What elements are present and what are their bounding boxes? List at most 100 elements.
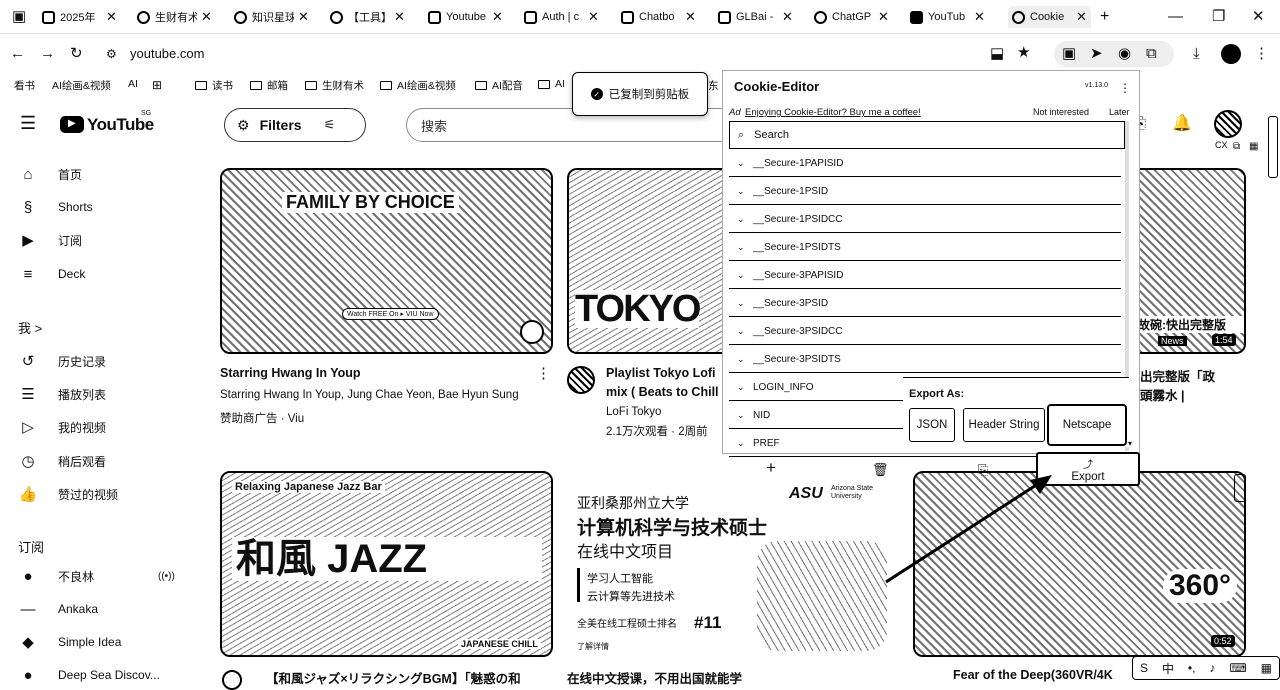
close-icon[interactable]: ✕ <box>878 9 889 25</box>
cookie-row[interactable]: ⌄ __Secure-3PSIDCC <box>729 319 1121 345</box>
cookie-search-input[interactable]: ⌕ Search <box>729 121 1125 149</box>
profile-avatar[interactable] <box>1221 44 1241 64</box>
sidebar-channel[interactable]: ● Deep Sea Discov... <box>18 664 159 686</box>
tab-10[interactable]: YouTub ✕ <box>910 6 985 28</box>
sidebar-item-deck[interactable]: ≡ Deck <box>18 263 86 285</box>
tab-6[interactable]: Auth | c ✕ <box>524 6 599 28</box>
back-icon[interactable]: ← <box>10 46 25 62</box>
forward-icon[interactable]: → <box>40 46 55 62</box>
export-json-button[interactable]: JSON <box>909 408 955 442</box>
thumb-scroll-control[interactable] <box>1234 474 1246 502</box>
sidebar-item-watch-later[interactable]: ◷ 稍后观看 <box>18 450 106 472</box>
tab-5[interactable]: Youtube ✕ <box>428 6 503 28</box>
bookmark-folder[interactable]: 邮箱 <box>250 78 288 93</box>
close-icon[interactable]: ✕ <box>201 9 212 25</box>
extension-icon[interactable]: ▣ <box>1062 46 1076 62</box>
export-header-string-button[interactable]: Header String <box>963 408 1045 442</box>
close-icon[interactable]: ✕ <box>685 9 696 25</box>
buy-coffee-link[interactable]: Enjoying Cookie-Editor? Buy me a coffee! <box>745 107 921 118</box>
video-thumbnail[interactable]: 故碗:快出完整版 News 1:54 <box>1140 168 1246 354</box>
cookie-row[interactable]: ⌄ __Secure-1PAPISID <box>729 151 1121 177</box>
video-thumbnail[interactable]: TOKYO <box>567 168 727 354</box>
cookie-row[interactable]: ⌄ __Secure-1PSIDTS <box>729 235 1121 261</box>
not-interested-link[interactable]: Not interested <box>1033 107 1089 117</box>
channel-avatar[interactable] <box>567 366 595 394</box>
install-icon[interactable]: ⬓ <box>990 46 1004 62</box>
video-title[interactable]: Starring Hwang In Youp <box>220 366 540 380</box>
export-netscape-button[interactable]: Netscape <box>1047 404 1127 446</box>
bell-icon[interactable]: 🔔 <box>1172 116 1192 132</box>
video-title[interactable]: 【和風ジャズ×リラクシングBGM】「魅惑の和 <box>266 668 541 687</box>
add-to-queue-icon[interactable] <box>520 320 544 344</box>
cookie-row[interactable]: ⌄ __Secure-1PSID <box>729 179 1121 205</box>
menu-icon[interactable]: ⋮ <box>1254 46 1269 62</box>
side-scroll-controls[interactable] <box>1268 116 1278 178</box>
tab-4[interactable]: 【工具】 ✕ <box>330 6 405 28</box>
bookmark-item[interactable]: AI <box>128 78 138 90</box>
ad-learn-more[interactable]: 了解详情 <box>577 641 609 652</box>
tab-2[interactable]: 生财有术 ✕ <box>137 6 212 28</box>
add-cookie-icon[interactable]: + <box>766 459 776 476</box>
close-icon[interactable]: ✕ <box>394 9 405 25</box>
scroll-down-icon[interactable]: ▾ <box>1128 439 1132 448</box>
bookmark-folder[interactable]: 读书 <box>195 78 233 93</box>
star-icon[interactable]: ★ <box>1017 45 1030 61</box>
video-title-line2[interactable]: 頭霧水 | <box>1140 385 1240 404</box>
bookmark-item[interactable]: AI绘画&视频 <box>52 78 111 93</box>
video-thumbnail[interactable]: Relaxing Japanese Jazz Bar 和風 JAZZ JAPAN… <box>220 471 553 657</box>
bookmark-folder[interactable]: 生财有术 <box>305 78 364 93</box>
close-icon[interactable]: ✕ <box>492 9 503 25</box>
puzzle-icon[interactable]: ⧉ <box>1146 46 1157 62</box>
hamburger-menu-icon[interactable]: ☰ <box>20 114 36 132</box>
sidebar-item-playlists[interactable]: ☰ 播放列表 <box>18 383 106 405</box>
sidebar-channel[interactable]: ◆ Simple Idea <box>18 631 121 653</box>
bookmark-folder[interactable]: AI <box>538 78 565 90</box>
close-icon[interactable]: ✕ <box>298 9 309 25</box>
tab-8[interactable]: GLBai - ✕ <box>718 6 793 28</box>
close-icon[interactable]: ✕ <box>974 9 985 25</box>
tab-search-icon[interactable]: ▣ <box>12 9 26 25</box>
cookie-row[interactable]: ⌄ __Secure-3PAPISID <box>729 263 1121 289</box>
video-title[interactable]: Playlist Tokyo Lofi <box>606 366 724 380</box>
ime-toolbar[interactable]: S 中 •, ♪ ⌨ ▦ <box>1132 656 1280 680</box>
cookie-icon[interactable]: ◉ <box>1118 46 1131 62</box>
ad-title[interactable]: 在线中文授课，不用出国就能学 <box>567 668 887 687</box>
download-icon[interactable]: ⤓ <box>1193 46 1200 62</box>
close-icon[interactable]: ✕ <box>782 9 793 25</box>
account-avatar[interactable] <box>1214 110 1242 138</box>
sidebar-channel[interactable]: ● 不良林 <box>18 565 94 587</box>
tab-9[interactable]: ChatGP ✕ <box>814 6 889 28</box>
tab-1[interactable]: 2025年 ✕ <box>42 6 117 28</box>
sidebar-channel[interactable]: — Ankaka <box>18 598 99 620</box>
tab-3[interactable]: 知识星球 ✕ <box>234 6 309 28</box>
cookie-row[interactable]: ⌄ __Secure-1PSIDCC <box>729 207 1121 233</box>
url-text[interactable]: youtube.com <box>130 46 204 61</box>
video-title-line2[interactable]: mix ( Beats to Chill <box>606 385 724 399</box>
bookmark-folder[interactable]: 东 <box>708 78 719 93</box>
sidebar-item-my-videos[interactable]: ▷ 我的视频 <box>18 416 106 438</box>
youtube-logo-icon[interactable]: ▶ <box>60 116 84 133</box>
video-thumbnail[interactable]: FAMILY BY CHOICE Watch FREE On ▸ VIU Now <box>220 168 553 354</box>
restore-icon[interactable]: ❐ <box>1212 9 1225 25</box>
extension-icon[interactable]: ➤ <box>1090 46 1103 62</box>
ad-banner[interactable]: 亚利桑那州立大学 计算机科学与技术硕士 在线中文项目 学习人工智能 云计算等先进… <box>567 471 897 657</box>
sidebar-item-shorts[interactable]: § Shorts <box>18 196 93 218</box>
bookmark-folder[interactable]: AI绘画&视频 <box>380 78 456 93</box>
close-icon[interactable]: ✕ <box>1076 9 1087 25</box>
sidebar-item-history[interactable]: ↺ 历史记录 <box>18 350 106 372</box>
tab-7[interactable]: Chatbo ✕ <box>621 6 696 28</box>
sidebar-item-home[interactable]: ⌂ 首页 <box>18 163 82 185</box>
reload-icon[interactable]: ↻ <box>70 46 83 62</box>
site-info-icon[interactable]: ⚙ <box>106 46 117 62</box>
apps-icon[interactable]: ⊞ <box>152 78 162 92</box>
sidebar-item-liked[interactable]: 👍 赞过的视频 <box>18 483 118 505</box>
tab-11-active[interactable]: Cookie ✕ <box>1008 6 1091 28</box>
channel-name[interactable]: LoFi Tokyo <box>606 406 724 418</box>
youtube-logo-text[interactable]: YouTube <box>87 115 154 135</box>
close-icon[interactable]: ✕ <box>106 9 117 25</box>
channel-avatar[interactable] <box>222 670 242 690</box>
more-options-icon[interactable]: ⋮ <box>536 366 551 382</box>
cookie-row[interactable]: ⌄ __Secure-3PSIDTS <box>729 347 1121 373</box>
sidebar-you-heading[interactable]: 我 > <box>18 316 42 338</box>
window-close-icon[interactable]: ✕ <box>1252 9 1265 25</box>
